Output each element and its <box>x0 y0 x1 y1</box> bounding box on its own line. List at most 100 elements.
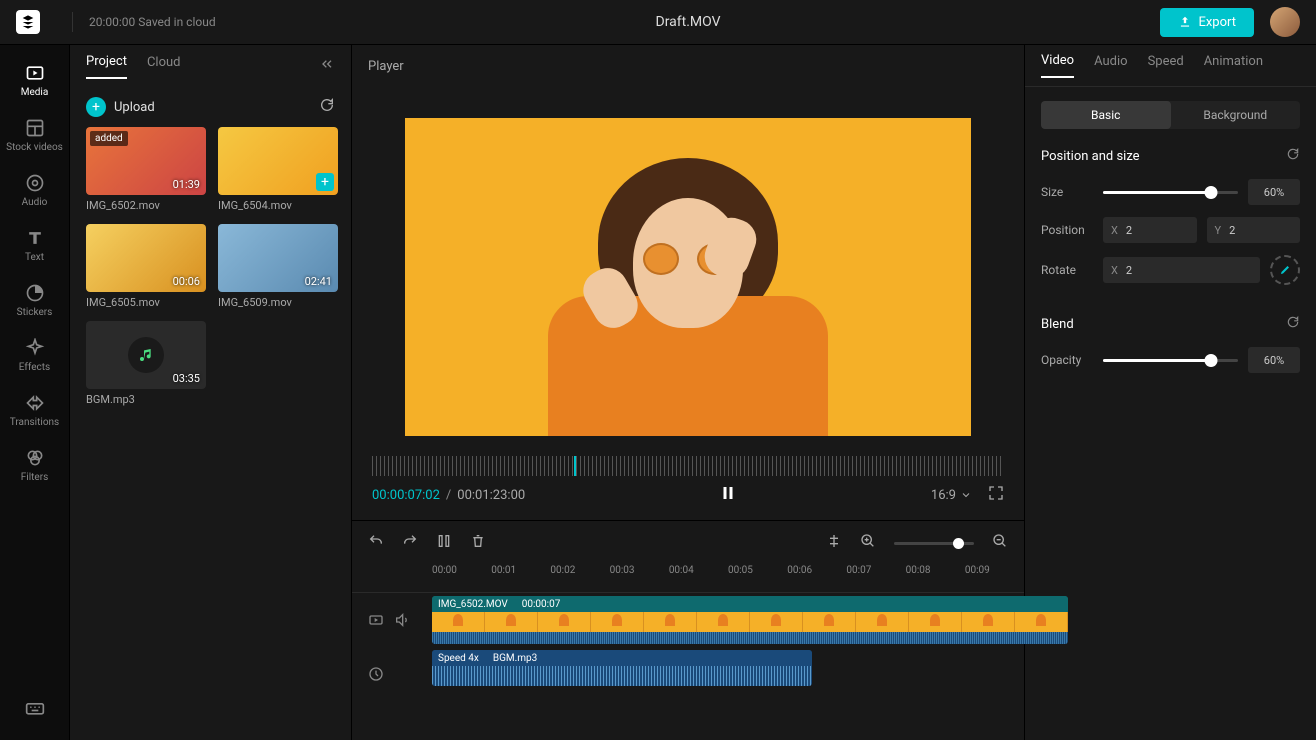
tab-audio[interactable]: Audio <box>1094 54 1127 77</box>
opacity-slider[interactable] <box>1103 359 1238 362</box>
size-value[interactable]: 60% <box>1248 179 1300 205</box>
split-icon <box>436 533 452 549</box>
keyboard-shortcuts-button[interactable] <box>0 692 69 724</box>
reset-button[interactable] <box>1286 315 1300 333</box>
timeline: 00:00 00:01 00:02 00:03 00:04 00:05 00:0… <box>352 520 1024 740</box>
sidebar-item-text[interactable]: Text <box>0 222 69 269</box>
media-item[interactable]: + IMG_6504.mov <box>218 127 338 212</box>
redo-button[interactable] <box>402 533 418 553</box>
panel-tabs: Project Cloud <box>70 45 351 87</box>
trash-icon <box>470 533 486 549</box>
pause-button[interactable] <box>719 484 737 506</box>
tab-video[interactable]: Video <box>1041 53 1074 78</box>
speed-track-icon[interactable] <box>368 666 384 682</box>
video-clip[interactable]: IMG_6502.MOV00:00:07 <box>432 596 1068 644</box>
playhead-icon[interactable] <box>574 456 576 476</box>
collapse-panel-button[interactable] <box>319 56 335 76</box>
refresh-button[interactable] <box>319 97 335 117</box>
undo-icon <box>368 533 384 549</box>
user-avatar[interactable] <box>1270 7 1300 37</box>
preview-area <box>352 87 1024 446</box>
sidebar-item-stock-videos[interactable]: Stock videos <box>0 112 69 159</box>
media-item[interactable]: 00:06 IMG_6505.mov <box>86 224 206 309</box>
size-slider[interactable] <box>1103 191 1238 194</box>
section-title: Blend <box>1041 317 1074 332</box>
pencil-icon <box>1279 264 1291 276</box>
total-duration: 00:01:23:00 <box>457 488 525 503</box>
preview-canvas[interactable] <box>405 118 971 436</box>
aspect-ratio-button[interactable]: 16:9 <box>931 488 972 503</box>
document-title: Draft.MOV <box>216 14 1161 30</box>
disc-icon <box>25 173 45 193</box>
zoom-out-icon <box>992 533 1008 549</box>
zoom-out-button[interactable] <box>992 533 1008 553</box>
tab-project[interactable]: Project <box>86 54 127 79</box>
media-item[interactable]: 03:35 BGM.mp3 <box>86 321 206 406</box>
split-button[interactable] <box>436 533 452 553</box>
slider-handle[interactable] <box>953 538 964 549</box>
position-y-input[interactable]: Y2 <box>1207 217 1301 243</box>
undo-button[interactable] <box>368 533 384 553</box>
refresh-icon <box>319 97 335 113</box>
redo-icon <box>402 533 418 549</box>
rotate-button[interactable] <box>1270 255 1300 285</box>
zoom-in-icon <box>860 533 876 549</box>
delete-button[interactable] <box>470 533 486 553</box>
sparkle-icon <box>25 338 45 358</box>
sidebar-item-filters[interactable]: Filters <box>0 442 69 489</box>
player-header: Player <box>352 45 1024 87</box>
zoom-in-button[interactable] <box>860 533 876 553</box>
reset-icon <box>1286 315 1300 329</box>
upload-icon <box>1178 15 1192 29</box>
sidebar-iconbar: Media Stock videos Audio Text Stickers E… <box>0 45 70 740</box>
app-logo[interactable] <box>16 10 40 34</box>
tab-speed[interactable]: Speed <box>1148 54 1184 77</box>
subtab-background[interactable]: Background <box>1171 101 1301 129</box>
timeline-ruler[interactable]: 00:00 00:01 00:02 00:03 00:04 00:05 00:0… <box>352 565 1024 593</box>
sticker-icon <box>25 283 45 303</box>
audio-clip[interactable]: Speed 4xBGM.mp3 <box>432 650 812 686</box>
rotate-x-input[interactable]: X2 <box>1103 257 1260 283</box>
topbar: 20:00:00 Saved in cloud Draft.MOV Export <box>0 0 1316 45</box>
fullscreen-icon <box>988 485 1004 501</box>
chevron-down-icon <box>960 489 972 501</box>
opacity-value[interactable]: 60% <box>1248 347 1300 373</box>
add-media-button[interactable]: + <box>316 173 334 191</box>
transition-icon <box>25 393 45 413</box>
layout-icon <box>25 118 45 138</box>
upload-button[interactable]: + Upload <box>86 97 155 117</box>
media-item[interactable]: added01:39 IMG_6502.mov <box>86 127 206 212</box>
media-panel: Project Cloud + Upload added01:39 IMG_65… <box>70 45 352 740</box>
filter-icon <box>25 448 45 468</box>
current-time: 00:00:07:02 <box>372 488 440 503</box>
reset-button[interactable] <box>1286 147 1300 165</box>
scrubber[interactable] <box>352 446 1024 476</box>
subtab-basic[interactable]: Basic <box>1041 101 1171 129</box>
added-badge: added <box>90 131 128 146</box>
upload-label: Upload <box>114 100 155 115</box>
sidebar-item-transitions[interactable]: Transitions <box>0 387 69 434</box>
tab-animation[interactable]: Animation <box>1204 54 1263 77</box>
sidebar-item-media[interactable]: Media <box>0 57 69 104</box>
media-item[interactable]: 02:41 IMG_6509.mov <box>218 224 338 309</box>
section-title: Position and size <box>1041 149 1140 164</box>
chevron-double-left-icon <box>319 56 335 72</box>
mute-track-icon[interactable] <box>394 612 410 628</box>
sidebar-item-audio[interactable]: Audio <box>0 167 69 214</box>
divider <box>72 12 73 32</box>
pause-icon <box>719 484 737 502</box>
video-track-icon[interactable] <box>368 612 384 628</box>
plus-icon: + <box>86 97 106 117</box>
media-icon <box>25 63 45 83</box>
text-icon <box>25 228 45 248</box>
snap-button[interactable] <box>826 533 842 553</box>
snap-icon <box>826 533 842 549</box>
sidebar-item-effects[interactable]: Effects <box>0 332 69 379</box>
tab-cloud[interactable]: Cloud <box>147 55 181 78</box>
position-x-input[interactable]: X2 <box>1103 217 1197 243</box>
export-button[interactable]: Export <box>1160 8 1254 37</box>
zoom-slider[interactable] <box>894 542 974 545</box>
fullscreen-button[interactable] <box>988 485 1004 505</box>
reset-icon <box>1286 147 1300 161</box>
sidebar-item-stickers[interactable]: Stickers <box>0 277 69 324</box>
